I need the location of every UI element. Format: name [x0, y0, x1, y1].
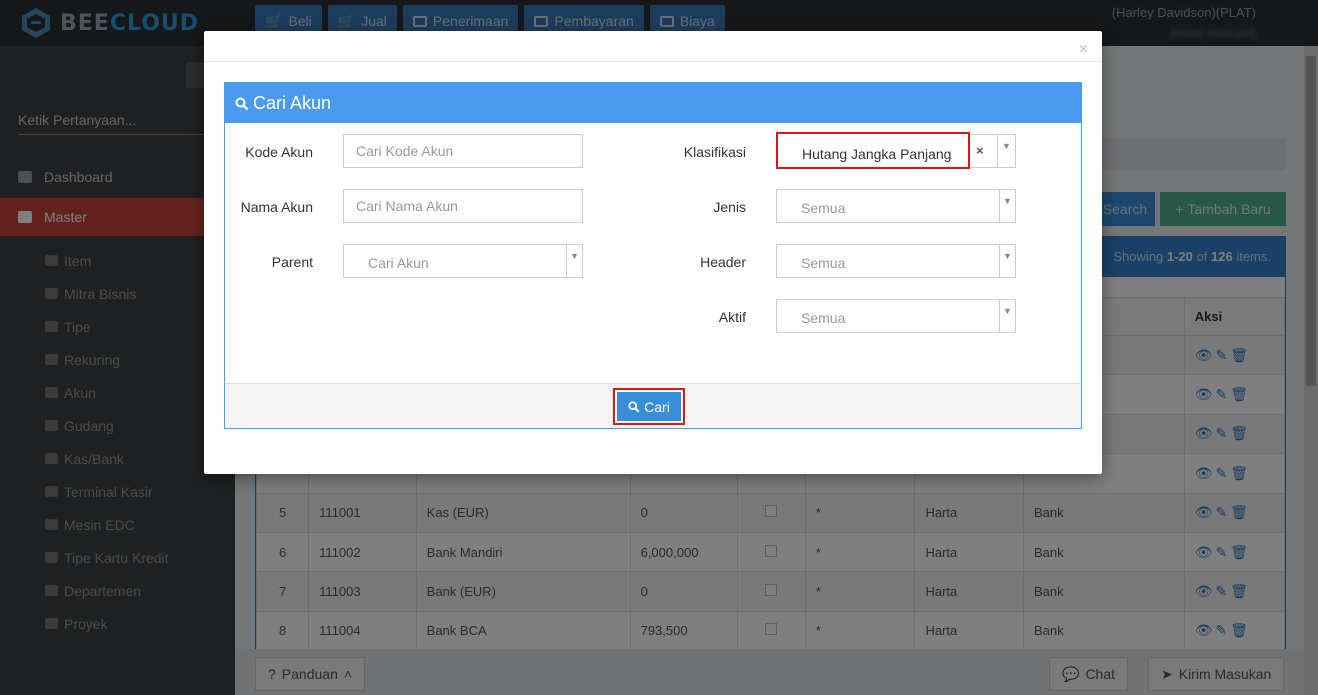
search-icon	[628, 400, 640, 412]
chevron-down-icon: ▼	[999, 245, 1015, 277]
klasifikasi-select-controls: × ▼	[970, 134, 1016, 168]
kode-akun-label: Kode Akun	[245, 144, 313, 160]
chevron-down-icon: ▼	[999, 190, 1015, 222]
nama-akun-input[interactable]: Cari Nama Akun	[343, 189, 583, 223]
modal-divider	[204, 61, 1102, 62]
jenis-select[interactable]: Semua ▼	[776, 189, 1016, 223]
jenis-label: Jenis	[713, 199, 746, 215]
nama-akun-label: Nama Akun	[240, 199, 313, 215]
panel-title: Cari Akun	[253, 92, 332, 113]
search-icon	[235, 97, 249, 111]
header-label: Header	[700, 254, 746, 270]
cari-button-inner: Cari	[617, 392, 681, 421]
klasifikasi-select[interactable]: Hutang Jangka Panjang	[776, 132, 970, 169]
clear-selection-icon[interactable]: ×	[976, 143, 984, 158]
parent-label: Parent	[271, 254, 313, 270]
chevron-down-icon: ▼	[566, 245, 582, 277]
cari-button[interactable]: Cari	[613, 388, 685, 425]
aktif-select[interactable]: Semua ▼	[776, 299, 1016, 333]
aktif-label: Aktif	[718, 309, 746, 325]
kode-akun-input[interactable]: Cari Kode Akun	[343, 134, 583, 168]
parent-select[interactable]: Cari Akun ▼	[343, 244, 583, 278]
panel-footer: Cari	[225, 383, 1081, 428]
panel-header: Cari Akun	[225, 83, 1081, 123]
chevron-down-icon: ▼	[999, 300, 1015, 332]
chevron-down-icon[interactable]: ▼	[997, 135, 1015, 167]
search-account-modal: × Cari Akun Kode Akun Cari Kode Akun Nam…	[204, 31, 1102, 474]
search-account-panel: Cari Akun Kode Akun Cari Kode Akun Nama …	[224, 82, 1082, 429]
klasifikasi-label: Klasifikasi	[683, 144, 746, 160]
close-icon[interactable]: ×	[1079, 41, 1088, 59]
header-select[interactable]: Semua ▼	[776, 244, 1016, 278]
